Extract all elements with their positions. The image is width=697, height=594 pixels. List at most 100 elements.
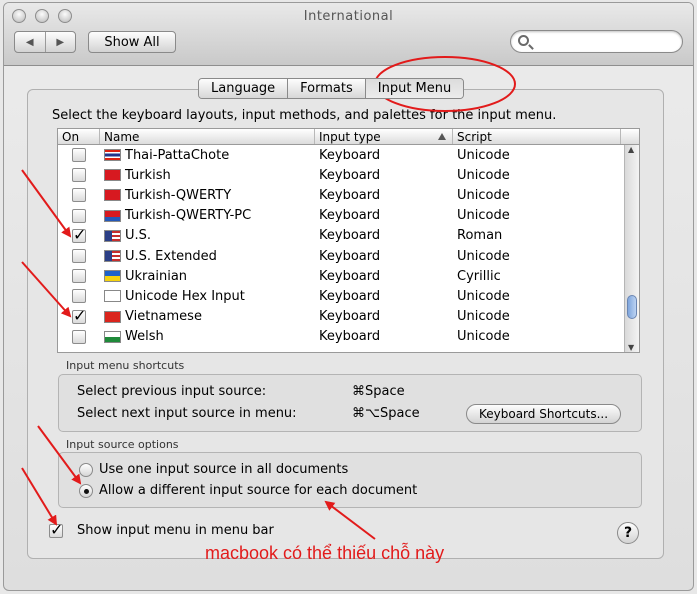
enable-checkbox[interactable] [72,225,86,244]
enable-checkbox[interactable] [72,208,86,223]
table-row[interactable]: Thai-PattaChote Keyboard Unicode [58,145,639,165]
enable-checkbox[interactable] [72,306,86,325]
radio-per-document-source-label: Allow a different input source for each … [99,483,418,498]
us-flag [104,229,121,242]
unicode-icon [104,290,121,303]
column-script[interactable]: Script [453,129,621,144]
row-name: Vietnamese [125,309,202,325]
turkish-flag [104,169,121,182]
row-type-cell: Keyboard [319,147,381,163]
us-flag [104,250,121,263]
next-source-shortcut: ⌘⌥Space [352,406,420,421]
row-on-cell [58,327,100,347]
table-body: Thai-PattaChote Keyboard Unicode Turkish Key… [58,145,639,347]
enable-checkbox[interactable] [72,289,86,304]
column-input-type[interactable]: Input type [315,129,453,144]
table-header: On Name Input type Script [58,129,639,145]
row-on-cell [58,185,100,205]
sort-ascending-icon [438,133,446,140]
row-script-cell: Unicode [457,309,510,325]
row-name-cell: U.S. Extended [100,246,315,266]
forward-arrow-icon[interactable]: ▶ [44,32,76,52]
table-row[interactable]: Turkish-QWERTY-PC Keyboard Unicode [58,206,639,226]
table-row[interactable]: Turkish-QWERTY Keyboard Unicode [58,185,639,205]
row-name-cell: Vietnamese [100,307,315,327]
previous-source-label: Select previous input source: [77,384,267,399]
table-row[interactable]: Ukrainian Keyboard Cyrillic [58,266,639,286]
column-name[interactable]: Name [100,129,315,144]
previous-source-shortcut: ⌘Space [352,384,405,399]
vertical-scrollbar[interactable]: ▲ ▼ [624,145,639,352]
row-name: Welsh [125,329,164,345]
row-name-cell: Turkish [100,165,315,185]
thai-flag [104,149,121,162]
table-row[interactable]: Vietnamese Keyboard Unicode [58,306,639,327]
row-script-cell: Roman [457,228,503,244]
column-on[interactable]: On [58,129,100,144]
table-row[interactable]: U.S. Keyboard Roman [58,225,639,246]
help-button[interactable]: ? [617,522,639,544]
row-name-cell: Ukrainian [100,266,315,286]
row-name: U.S. [125,228,152,244]
window-title: International [303,9,394,24]
row-name: Thai-PattaChote [125,147,230,163]
row-name-cell: Welsh [100,327,315,347]
row-on-cell [58,286,100,306]
row-name: Turkish-QWERTY [125,187,232,203]
search-field[interactable] [510,30,683,53]
row-on-cell [58,206,100,226]
row-on-cell [58,306,100,327]
row-name-cell: Unicode Hex Input [100,286,315,306]
row-type-cell: Keyboard [319,228,381,244]
ukraine-flag [104,270,121,283]
row-name-cell: Turkish-QWERTY [100,185,315,205]
radio-per-document-source[interactable] [79,484,93,498]
turkish-flag [104,189,121,202]
tab-bar: Language Formats Input Menu [198,78,465,99]
enable-checkbox[interactable] [72,329,86,344]
keyboard-shortcuts-button[interactable]: Keyboard Shortcuts... [466,404,621,424]
instructions-text: Select the keyboard layouts, input metho… [52,108,557,123]
back-arrow-icon[interactable]: ◀ [15,32,45,52]
enable-checkbox[interactable] [72,188,86,203]
radio-one-source[interactable] [79,463,93,477]
toolbar: International ◀ ▶ Show All [4,3,693,66]
row-type-cell: Keyboard [319,167,381,183]
turkish-pc-flag [104,209,121,222]
input-sources-table: On Name Input type Script Thai-PattaChot… [57,128,640,353]
row-type-cell: Keyboard [319,288,381,304]
table-row[interactable]: Welsh Keyboard Unicode [58,327,639,347]
enable-checkbox[interactable] [72,249,86,264]
row-type-cell: Keyboard [319,309,381,325]
row-on-cell [58,246,100,266]
scroll-thumb[interactable] [627,295,637,319]
next-source-label: Select next input source in menu: [77,406,297,421]
row-name: Unicode Hex Input [125,288,245,304]
source-options-group-label: Input source options [66,438,179,451]
row-script-cell: Unicode [457,329,510,345]
source-options-group [58,452,642,508]
show-all-button[interactable]: Show All [88,31,176,53]
scroll-down-icon[interactable]: ▼ [628,343,634,352]
vietnam-flag [104,310,121,323]
tab-formats[interactable]: Formats [287,79,365,98]
row-type-cell: Keyboard [319,187,381,203]
table-row[interactable]: U.S. Extended Keyboard Unicode [58,246,639,266]
row-name: Ukrainian [125,268,188,284]
row-script-cell: Unicode [457,187,510,203]
show-input-menu-label: Show input menu in menu bar [77,523,274,538]
tab-language[interactable]: Language [199,79,288,98]
row-name-cell: Turkish-QWERTY-PC [100,206,315,226]
enable-checkbox[interactable] [72,168,86,183]
enable-checkbox[interactable] [72,269,86,284]
enable-checkbox[interactable] [72,148,86,163]
table-row[interactable]: Unicode Hex Input Keyboard Unicode [58,286,639,306]
row-on-cell [58,145,100,165]
column-input-type-label: Input type [319,129,381,144]
show-input-menu-checkbox[interactable] [49,520,63,539]
scroll-up-icon[interactable]: ▲ [628,145,634,154]
row-script-cell: Unicode [457,167,510,183]
tab-input-menu[interactable]: Input Menu [364,79,464,98]
row-on-cell [58,266,100,286]
table-row[interactable]: Turkish Keyboard Unicode [58,165,639,185]
